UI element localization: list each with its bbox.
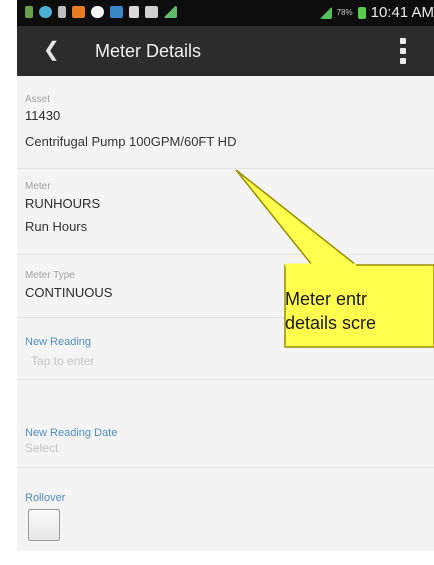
usb-icon [25, 6, 33, 18]
asset-label: Asset [25, 94, 51, 105]
rollover-label: Rollover [25, 492, 66, 504]
meter-field: Meter RUNHOURS Run Hours [17, 169, 434, 254]
meter-label: Meter [25, 181, 51, 192]
status-right: 78% 10:41 AM [319, 4, 434, 21]
callout-text: Meter entr details scre [285, 287, 434, 347]
rollover-field: Rollover [17, 468, 434, 551]
app-orange-icon [72, 6, 85, 18]
rollover-checkbox[interactable] [28, 509, 60, 541]
new-reading-date-select[interactable]: Select [25, 441, 58, 455]
cloud-icon [91, 6, 104, 18]
meter-description: Run Hours [25, 219, 88, 234]
app-blue-icon [110, 6, 123, 18]
callout-line-2: details scre [285, 313, 377, 333]
status-bar: 78% 10:41 AM [17, 0, 434, 26]
meter-type-value: CONTINUOUS [25, 285, 113, 300]
menu-dot [400, 58, 406, 64]
new-reading-input[interactable]: Tap to enter [31, 354, 94, 368]
clock-time: 10:41 AM [370, 4, 434, 21]
callout-line-1: Meter entr [285, 289, 368, 309]
menu-icon [58, 6, 66, 18]
battery-icon [357, 6, 366, 19]
notification-icon [39, 6, 52, 18]
new-reading-date-label: New Reading Date [25, 427, 118, 439]
asset-description: Centrifugal Pump 100GPM/60FT HD [25, 134, 237, 149]
chevron-left-icon[interactable]: ❮ [43, 39, 60, 61]
menu-dot [400, 38, 406, 44]
asset-field: Asset 11430 Centrifugal Pump 100GPM/60FT… [17, 76, 434, 168]
asset-number: 11430 [25, 108, 61, 123]
meter-type-label: Meter Type [25, 270, 75, 281]
wifi-icon [164, 6, 177, 18]
new-reading-date-field[interactable]: New Reading Date Select [17, 380, 434, 467]
page-title: Meter Details [95, 41, 202, 61]
overflow-menu-icon[interactable] [398, 38, 408, 64]
menu-dot [400, 48, 406, 54]
new-reading-label: New Reading [25, 336, 92, 348]
status-icons [25, 6, 177, 18]
app-bar: ❮ Meter Details [17, 26, 434, 76]
meter-code: RUNHOURS [25, 196, 101, 211]
phone-screen: 78% 10:41 AM ❮ Meter Details Asset 11430… [17, 0, 434, 551]
signal-icon [319, 6, 332, 19]
mail-icon [145, 6, 158, 18]
battery-percent: 78% [336, 8, 353, 17]
document-icon [129, 6, 139, 18]
